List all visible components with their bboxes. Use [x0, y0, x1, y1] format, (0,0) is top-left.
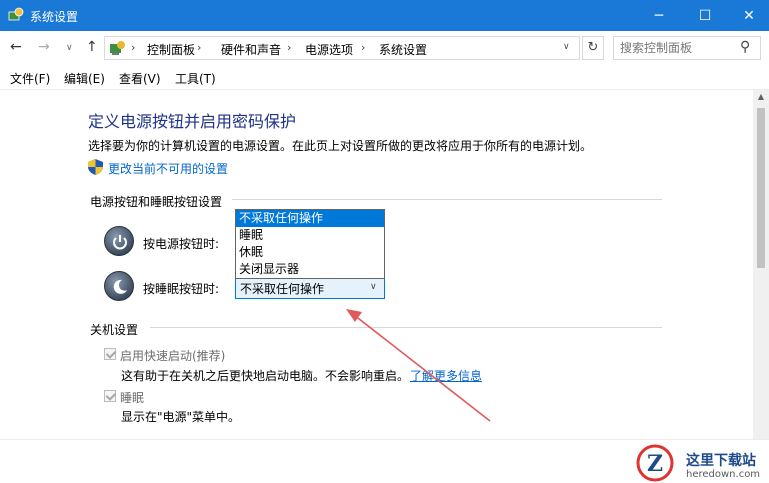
- checkbox-checked[interactable]: [104, 390, 116, 402]
- section-divider: [232, 199, 662, 200]
- search-icon[interactable]: ⚲: [740, 39, 750, 55]
- vertical-scrollbar[interactable]: ▲: [753, 90, 769, 439]
- forward-button[interactable]: →: [38, 39, 50, 55]
- breadcrumb[interactable]: › 控制面板 › 硬件和声音 › 电源选项 › 系统设置 ∨: [104, 36, 580, 60]
- watermark-name: 这里下载站: [686, 453, 756, 469]
- breadcrumb-control-panel[interactable]: 控制面板: [147, 41, 195, 58]
- search-box[interactable]: ⚲: [613, 36, 761, 60]
- address-bar: ← → ∨ ↑ › 控制面板 › 硬件和声音 › 电源选项 › 系统设置 ∨ ↻…: [0, 31, 769, 65]
- back-button[interactable]: ←: [10, 39, 22, 55]
- recent-locations-button[interactable]: ∨: [66, 43, 73, 53]
- control-panel-icon: [8, 7, 24, 21]
- sleep-label: 睡眠: [120, 391, 145, 405]
- checkbox-checked[interactable]: [104, 348, 116, 360]
- menu-file[interactable]: 文件(F): [10, 70, 50, 87]
- maximize-button[interactable]: ☐: [682, 0, 728, 31]
- refresh-button[interactable]: ↻: [582, 36, 604, 60]
- window-title: 系统设置: [30, 10, 79, 24]
- power-button-icon: [104, 226, 134, 256]
- control-panel-icon: [110, 41, 125, 55]
- breadcrumb-hardware-sound[interactable]: 硬件和声音: [221, 41, 281, 58]
- watermark-domain: heredown.com: [686, 469, 761, 480]
- sleep-description: 显示在"电源"菜单中。: [121, 410, 241, 424]
- sleep-button-icon: [104, 271, 134, 301]
- fast-startup-description: 这有助于在关机之后更快地启动电脑。不会影响重启。: [121, 369, 410, 383]
- learn-more-link[interactable]: 了解更多信息: [410, 367, 482, 384]
- up-button[interactable]: ↑: [86, 39, 98, 55]
- menu-view[interactable]: 查看(V): [119, 70, 161, 87]
- menu-tools[interactable]: 工具(T): [175, 70, 216, 87]
- change-settings-link-label[interactable]: 更改当前不可用的设置: [108, 160, 228, 177]
- shield-icon: [88, 159, 103, 175]
- sleep-button-value: 不采取任何操作: [240, 282, 325, 296]
- section-divider: [150, 327, 662, 328]
- dropdown-option-do-nothing[interactable]: 不采取任何操作: [236, 210, 384, 227]
- sleep-button-select[interactable]: 不采取任何操作 ∨: [235, 276, 385, 299]
- breadcrumb-separator: ›: [197, 41, 202, 54]
- chevron-down-icon[interactable]: ∨: [563, 42, 570, 52]
- title-bar: 系统设置 ─ ☐ ✕: [0, 0, 769, 31]
- breadcrumb-separator: ›: [361, 41, 366, 54]
- chevron-down-icon: ∨: [370, 282, 377, 292]
- page-description: 选择要为你的计算机设置的电源设置。在此页上对设置所做的更改将应用于你所有的电源计…: [88, 139, 593, 153]
- section-power-buttons: 电源按钮和睡眠按钮设置: [90, 195, 223, 209]
- breadcrumb-power-options[interactable]: 电源选项: [305, 41, 353, 58]
- sleep-button-label: 按睡眠按钮时:: [143, 282, 220, 296]
- menu-bar: 文件(F) 编辑(E) 查看(V) 工具(T): [0, 66, 769, 90]
- svg-text:Z: Z: [647, 451, 663, 477]
- page-title: 定义电源按钮并启用密码保护: [88, 112, 297, 131]
- breadcrumb-separator: ›: [131, 41, 136, 54]
- fast-startup-label: 启用快速启动(推荐): [120, 349, 226, 363]
- power-button-label: 按电源按钮时:: [143, 237, 220, 251]
- scroll-up-arrow-icon[interactable]: ▲: [753, 92, 769, 101]
- search-input[interactable]: [620, 40, 738, 56]
- sleep-button-dropdown-list[interactable]: 不采取任何操作 睡眠 休眠 关闭显示器: [235, 209, 385, 279]
- watermark-logo-icon: Z: [636, 444, 674, 482]
- section-shutdown: 关机设置: [90, 323, 139, 337]
- dropdown-option-turn-off-display[interactable]: 关闭显示器: [236, 261, 384, 278]
- dropdown-option-sleep[interactable]: 睡眠: [236, 227, 384, 244]
- menu-edit[interactable]: 编辑(E): [64, 70, 105, 87]
- breadcrumb-system-settings[interactable]: 系统设置: [379, 41, 427, 58]
- close-button[interactable]: ✕: [726, 0, 769, 31]
- dropdown-option-hibernate[interactable]: 休眠: [236, 244, 384, 261]
- scrollbar-thumb[interactable]: [757, 108, 765, 268]
- watermark: Z 这里下载站 heredown.com: [632, 442, 769, 483]
- minimize-button[interactable]: ─: [636, 0, 682, 31]
- breadcrumb-separator: ›: [287, 41, 292, 54]
